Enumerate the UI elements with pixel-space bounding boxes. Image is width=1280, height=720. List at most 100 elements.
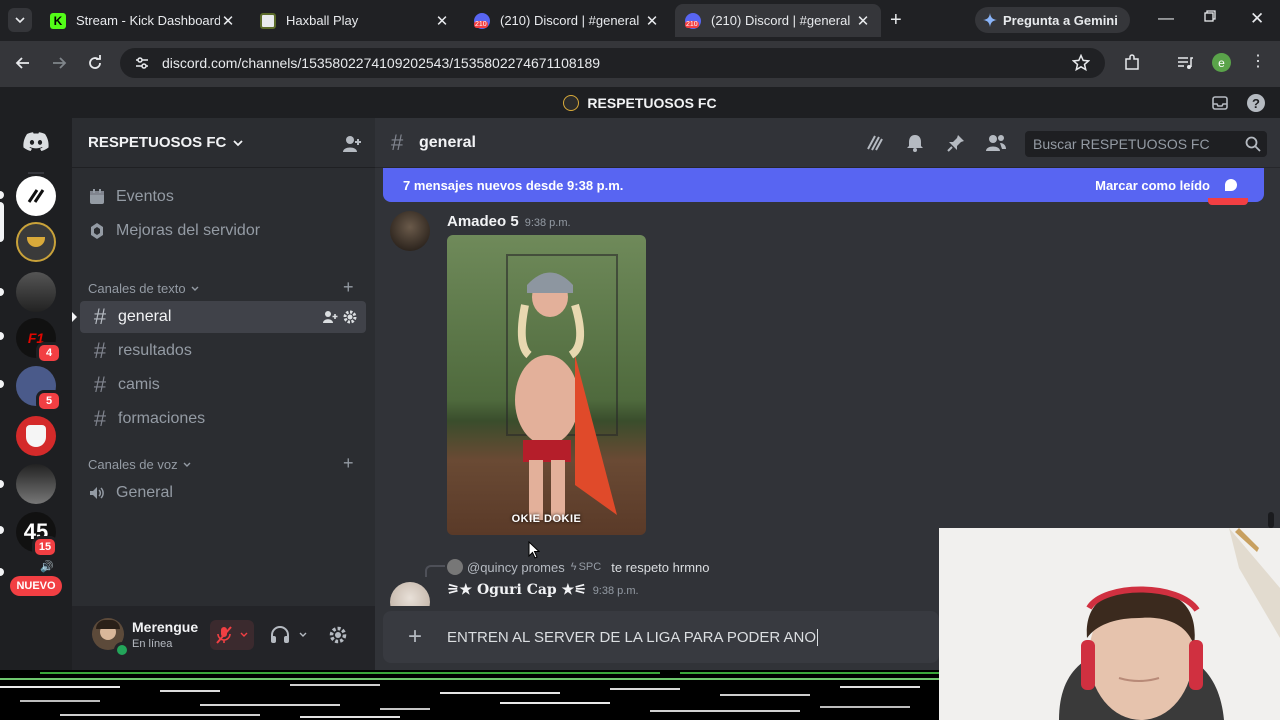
forward-button[interactable] [50, 54, 68, 72]
server-boost-item[interactable]: Mejoras del servidor [80, 215, 366, 247]
message-author[interactable]: Amadeo 5 9:38 p.m. [447, 213, 571, 230]
channel-label: resultados [118, 342, 192, 359]
search-icon [1245, 136, 1261, 152]
reply-avatar [447, 559, 463, 575]
message-author[interactable]: ⚞★ 𝐎𝐠𝐮𝐫𝐢 𝐂𝐚𝐩 ★⚟ 9:38 p.m. [447, 582, 639, 598]
author-name: Amadeo 5 [447, 213, 519, 230]
bell-icon[interactable] [905, 133, 925, 153]
server-icon-benfica[interactable] [16, 416, 56, 456]
channel-formaciones[interactable]: # formaciones [80, 403, 366, 435]
tab-title: (210) Discord | #general | R [711, 13, 855, 28]
speaker-icon: 🔊 [40, 561, 54, 573]
channel-label: camis [118, 376, 160, 393]
voice-channel-general[interactable]: General [80, 477, 366, 509]
chat-scrollbar[interactable] [1268, 512, 1274, 528]
category-voice-channels[interactable]: Canales de voz [88, 457, 192, 472]
search-placeholder: Buscar RESPETUOSOS FC [1033, 136, 1210, 152]
invite-people-icon[interactable] [342, 134, 362, 154]
new-unreads-badge[interactable]: NUEVO [10, 576, 62, 596]
gif-attachment[interactable]: OKIE DOKIE [447, 235, 646, 535]
boost-icon [91, 223, 103, 239]
close-icon[interactable]: ✕ [220, 12, 236, 30]
reply-author[interactable]: @quincy promes [467, 560, 565, 575]
channel-general[interactable]: # general [80, 301, 366, 333]
kick-icon: K [50, 12, 66, 29]
tab-search-button[interactable] [8, 8, 32, 32]
close-icon[interactable]: ✕ [855, 12, 871, 30]
chevron-down-icon [240, 632, 248, 637]
reply-preview[interactable]: @quincy promes ϟ SPC te respeto hrmno [447, 559, 709, 575]
create-channel-button[interactable]: + [343, 277, 354, 298]
bookmark-button[interactable] [1072, 54, 1090, 72]
threads-icon[interactable] [865, 133, 885, 153]
close-icon[interactable]: ✕ [434, 12, 450, 30]
lightning-icon: ϟ [570, 561, 577, 573]
member-list-icon[interactable] [985, 133, 1007, 153]
server-icon-group-photo[interactable] [16, 272, 56, 312]
browser-tab-kick[interactable]: K Stream - Kick Dashboard ✕ [40, 4, 246, 37]
channel-resultados[interactable]: # resultados [80, 335, 366, 367]
media-controls-button[interactable] [1176, 54, 1194, 72]
events-item[interactable]: Eventos [80, 181, 366, 213]
gemini-button[interactable]: Pregunta a Gemini [975, 7, 1130, 33]
hash-icon: # [93, 338, 107, 363]
calendar-icon [90, 189, 104, 204]
gemini-label: Pregunta a Gemini [1003, 12, 1118, 28]
unread-pill [0, 480, 4, 488]
channel-camis[interactable]: # camis [80, 369, 366, 401]
restore-button[interactable] [1204, 10, 1216, 22]
clan-tag: ϟ SPC [570, 561, 602, 573]
address-bar[interactable]: discord.com/channels/1535802274109202543… [120, 48, 1105, 78]
reload-icon [89, 55, 101, 69]
unread-pill [0, 288, 4, 296]
close-window-button[interactable]: ✕ [1250, 9, 1264, 29]
reload-button[interactable] [86, 54, 104, 72]
gear-icon [329, 626, 347, 644]
haxball-icon [260, 12, 276, 29]
unread-pill [0, 380, 4, 388]
search-input[interactable]: Buscar RESPETUOSOS FC [1025, 131, 1267, 157]
chevron-down-icon [233, 139, 243, 146]
browser-tab-discord-2[interactable]: 210 (210) Discord | #general | R ✕ [675, 4, 881, 37]
back-button[interactable] [14, 54, 32, 72]
mark-as-read-button[interactable]: Marcar como leído [1095, 178, 1210, 193]
server-icon [563, 94, 580, 111]
gear-icon[interactable] [342, 309, 358, 325]
browser-tab-haxball[interactable]: Haxball Play ✕ [250, 4, 460, 37]
author-name: ⚞★ 𝐎𝐠𝐮𝐫𝐢 𝐂𝐚𝐩 ★⚟ [447, 582, 587, 598]
discord-title-bar: RESPETUOSOS FC [0, 87, 1280, 118]
message-avatar[interactable] [390, 211, 430, 251]
unread-pill [0, 191, 4, 199]
tab-title: Stream - Kick Dashboard [76, 13, 220, 28]
user-status: En línea [132, 638, 173, 650]
attach-plus-icon[interactable]: + [383, 623, 447, 651]
new-tab-button[interactable]: + [890, 9, 902, 32]
minimize-button[interactable]: — [1158, 10, 1174, 28]
user-settings-button[interactable] [328, 625, 348, 645]
mute-button[interactable] [210, 620, 254, 650]
arrow-right-icon [53, 57, 67, 69]
new-messages-bar[interactable]: 7 mensajes nuevos desde 9:38 p.m. Marcar… [383, 168, 1264, 202]
username[interactable]: Merengue [132, 619, 198, 635]
extensions-button[interactable] [1123, 54, 1141, 72]
pin-icon[interactable] [946, 133, 966, 153]
deafen-button[interactable] [270, 626, 308, 644]
message-input[interactable]: + ENTREN AL SERVER DE LA LIGA PARA PODER… [383, 611, 939, 663]
server-icon-kick[interactable] [16, 176, 56, 216]
direct-messages-button[interactable] [16, 122, 56, 162]
invite-icon[interactable] [322, 309, 338, 325]
server-icon-respetuosos[interactable] [16, 222, 56, 262]
server-icon-fa[interactable] [16, 464, 56, 504]
discord-logo-icon [23, 132, 49, 151]
close-icon[interactable]: ✕ [644, 12, 660, 30]
help-icon[interactable]: ? [1247, 94, 1265, 112]
unread-pill [0, 568, 4, 576]
category-text-channels[interactable]: Canales de texto [88, 281, 200, 296]
browser-tab-discord-1[interactable]: 210 (210) Discord | #general | R ✕ [464, 4, 670, 37]
site-info-icon[interactable] [134, 55, 150, 71]
chrome-menu-button[interactable]: ⋮ [1250, 54, 1266, 70]
inbox-button[interactable] [1212, 95, 1228, 111]
profile-avatar[interactable]: e [1212, 53, 1231, 72]
server-header[interactable]: RESPETUOSOS FC [72, 118, 375, 168]
create-voice-channel-button[interactable]: + [343, 453, 354, 474]
